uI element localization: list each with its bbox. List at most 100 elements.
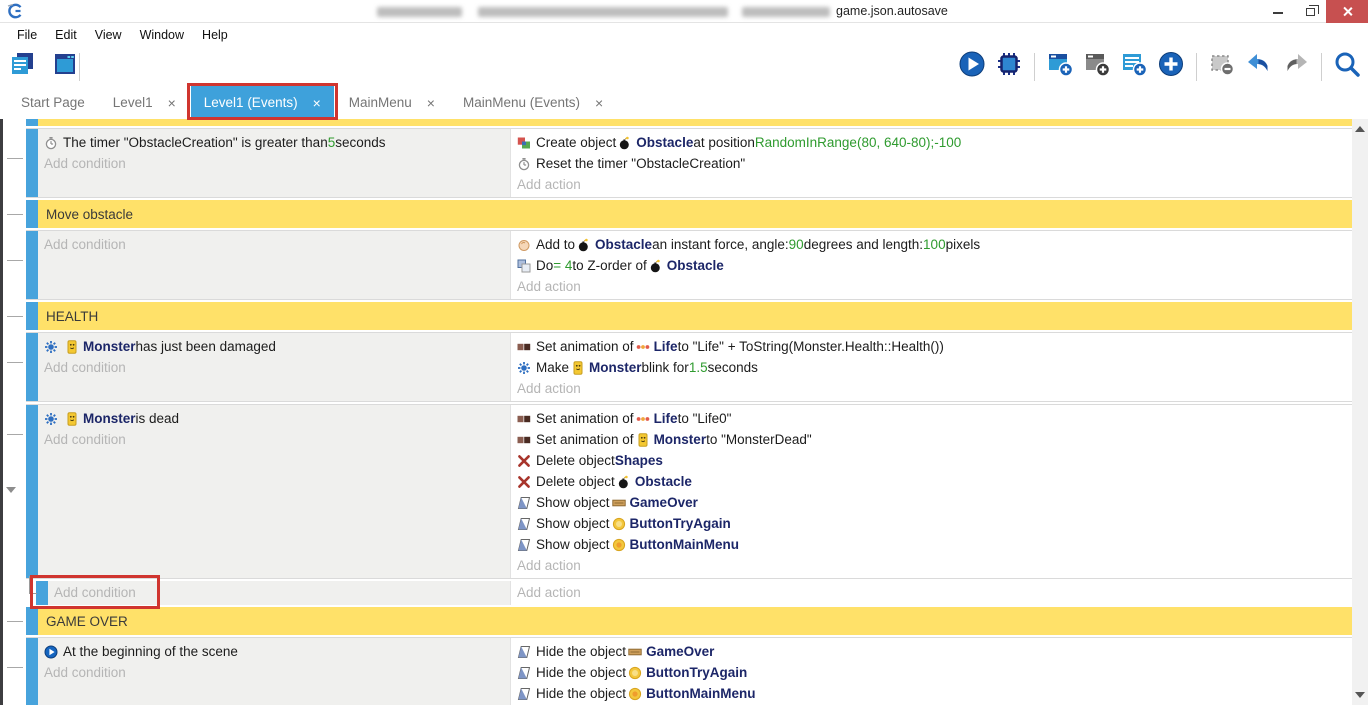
menu-item-help[interactable]: Help (193, 28, 237, 42)
play-button[interactable] (957, 52, 987, 82)
add-condition-placeholder[interactable]: Add condition (38, 234, 510, 255)
close-button[interactable] (1326, 0, 1368, 23)
scene-list-button[interactable] (8, 52, 38, 82)
group-row[interactable]: Move obstacle (26, 200, 1352, 228)
event-handle-tick[interactable] (7, 621, 23, 622)
action-line[interactable]: Create object Obstacle at position Rando… (511, 132, 1352, 153)
action-line[interactable]: Show object GameOver (511, 492, 1352, 513)
add-condition-placeholder[interactable]: Add condition (38, 357, 510, 378)
event-handle-tick[interactable] (7, 362, 23, 363)
remove-event-button[interactable] (1207, 52, 1237, 82)
tab-mainmenu[interactable]: MainMenu× (336, 86, 448, 119)
add-action-placeholder[interactable]: Add action (511, 555, 1352, 576)
menu-item-view[interactable]: View (86, 28, 131, 42)
debug-button[interactable] (994, 52, 1024, 82)
add-condition-placeholder[interactable]: Add condition (38, 153, 510, 174)
action-line[interactable]: Show object ButtonTryAgain (511, 513, 1352, 534)
conditions-cell[interactable]: Add condition (48, 581, 510, 605)
event-row[interactable]: Add conditionAdd to Obstacle an instant … (26, 230, 1352, 300)
action-line[interactable]: Set animation of Monster to "MonsterDead… (511, 429, 1352, 450)
toolbar-separator (1034, 53, 1035, 81)
actions-cell[interactable]: Add action (510, 581, 1352, 605)
event-row[interactable]: Monster has just been damagedAdd conditi… (26, 332, 1352, 402)
condition-line[interactable]: Monster is dead (38, 408, 510, 429)
event-handle-tick[interactable] (7, 158, 23, 159)
condition-line[interactable]: At the beginning of the scene (38, 641, 510, 662)
conditions-cell[interactable]: At the beginning of the sceneAdd conditi… (38, 638, 510, 705)
condition-line[interactable]: Monster has just been damaged (38, 336, 510, 357)
action-line[interactable]: Hide the object ButtonMainMenu (511, 683, 1352, 704)
action-line[interactable]: Set animation of Life to "Life" + ToStri… (511, 336, 1352, 357)
event-text: degrees and length: (804, 234, 923, 255)
vertical-scrollbar[interactable] (1352, 119, 1368, 705)
object-name: Shapes (615, 450, 663, 471)
event-handle-tick[interactable] (7, 434, 23, 435)
tab-close-icon[interactable]: × (595, 95, 603, 111)
action-line[interactable]: Hide the object ButtonTryAgain (511, 662, 1352, 683)
action-line[interactable]: Make Monster blink for 1.5 seconds (511, 357, 1352, 378)
scroll-down-icon[interactable] (1355, 692, 1365, 698)
tab-close-icon[interactable]: × (168, 95, 176, 111)
add-comment-button[interactable] (1119, 52, 1149, 82)
life-icon (636, 340, 650, 354)
scene-window-button[interactable] (50, 52, 80, 82)
actions-cell[interactable]: Set animation of Life to "Life0"Set anim… (510, 405, 1352, 578)
actions-cell[interactable]: Add to Obstacle an instant force, angle:… (510, 231, 1352, 299)
event-bar (26, 231, 38, 299)
action-line[interactable]: Show object ButtonMainMenu (511, 534, 1352, 555)
actions-cell[interactable]: Set animation of Life to "Life" + ToStri… (510, 333, 1352, 401)
add-action-placeholder[interactable]: Add action (511, 174, 1352, 195)
undo-icon (1245, 50, 1273, 83)
add-event-button[interactable] (1045, 52, 1075, 82)
tab-close-icon[interactable]: × (427, 95, 435, 111)
scroll-up-icon[interactable] (1355, 126, 1365, 132)
group-row[interactable]: HEALTH (26, 302, 1352, 330)
collapse-arrow-icon[interactable] (6, 487, 16, 493)
menu-item-file[interactable]: File (8, 28, 46, 42)
tab-start-page[interactable]: Start Page (8, 86, 98, 119)
action-line[interactable]: Delete object Shapes (511, 450, 1352, 471)
undo-button[interactable] (1244, 52, 1274, 82)
event-row[interactable]: At the beginning of the sceneAdd conditi… (26, 637, 1352, 705)
menu-item-edit[interactable]: Edit (46, 28, 86, 42)
restore-button[interactable] (1294, 0, 1326, 23)
conditions-cell[interactable]: Monster is deadAdd condition (38, 405, 510, 578)
tab-mainmenu-events[interactable]: MainMenu (Events)× (450, 86, 616, 119)
add-something-button[interactable] (1156, 52, 1186, 82)
group-row[interactable]: GAME OVER (26, 607, 1352, 635)
event-row[interactable]: Monster is deadAdd conditionSet animatio… (26, 404, 1352, 579)
action-line[interactable]: Set animation of Life to "Life0" (511, 408, 1352, 429)
event-handle-tick[interactable] (7, 214, 23, 215)
redo-button[interactable] (1281, 52, 1311, 82)
conditions-cell[interactable]: Monster has just been damagedAdd conditi… (38, 333, 510, 401)
add-condition-placeholder[interactable]: Add condition (48, 582, 510, 603)
condition-line[interactable]: The timer "ObstacleCreation" is greater … (38, 132, 510, 153)
action-line[interactable]: Add to Obstacle an instant force, angle:… (511, 234, 1352, 255)
add-condition-placeholder[interactable]: Add condition (38, 662, 510, 683)
add-action-placeholder[interactable]: Add action (511, 582, 1352, 603)
actions-cell[interactable]: Hide the object GameOverHide the object … (510, 638, 1352, 705)
action-line[interactable]: Delete object Obstacle (511, 471, 1352, 492)
event-row[interactable]: The timer "ObstacleCreation" is greater … (26, 128, 1352, 198)
action-line[interactable]: Reset the timer "ObstacleCreation" (511, 153, 1352, 174)
add-condition-placeholder[interactable]: Add condition (38, 429, 510, 450)
action-line[interactable]: Do = 4 to Z-order of Obstacle (511, 255, 1352, 276)
sub-event-row[interactable]: Add conditionAdd action (26, 581, 1352, 605)
event-handle-tick[interactable] (7, 667, 23, 668)
tab-close-icon[interactable]: × (313, 95, 321, 111)
search-button[interactable] (1332, 52, 1362, 82)
tab-level1-events[interactable]: Level1 (Events)× (191, 86, 334, 119)
event-handle-tick[interactable] (7, 260, 23, 261)
minimize-button[interactable] (1262, 0, 1294, 23)
add-subevent-button[interactable] (1082, 52, 1112, 82)
add-action-placeholder[interactable]: Add action (511, 276, 1352, 297)
actions-cell[interactable]: Create object Obstacle at position Rando… (510, 129, 1352, 197)
tab-level1[interactable]: Level1× (100, 86, 189, 119)
menu-item-window[interactable]: Window (131, 28, 193, 42)
add-action-placeholder[interactable]: Add action (511, 378, 1352, 399)
group-row-partial[interactable] (26, 119, 1352, 126)
event-handle-tick[interactable] (7, 316, 23, 317)
conditions-cell[interactable]: Add condition (38, 231, 510, 299)
action-line[interactable]: Hide the object GameOver (511, 641, 1352, 662)
conditions-cell[interactable]: The timer "ObstacleCreation" is greater … (38, 129, 510, 197)
